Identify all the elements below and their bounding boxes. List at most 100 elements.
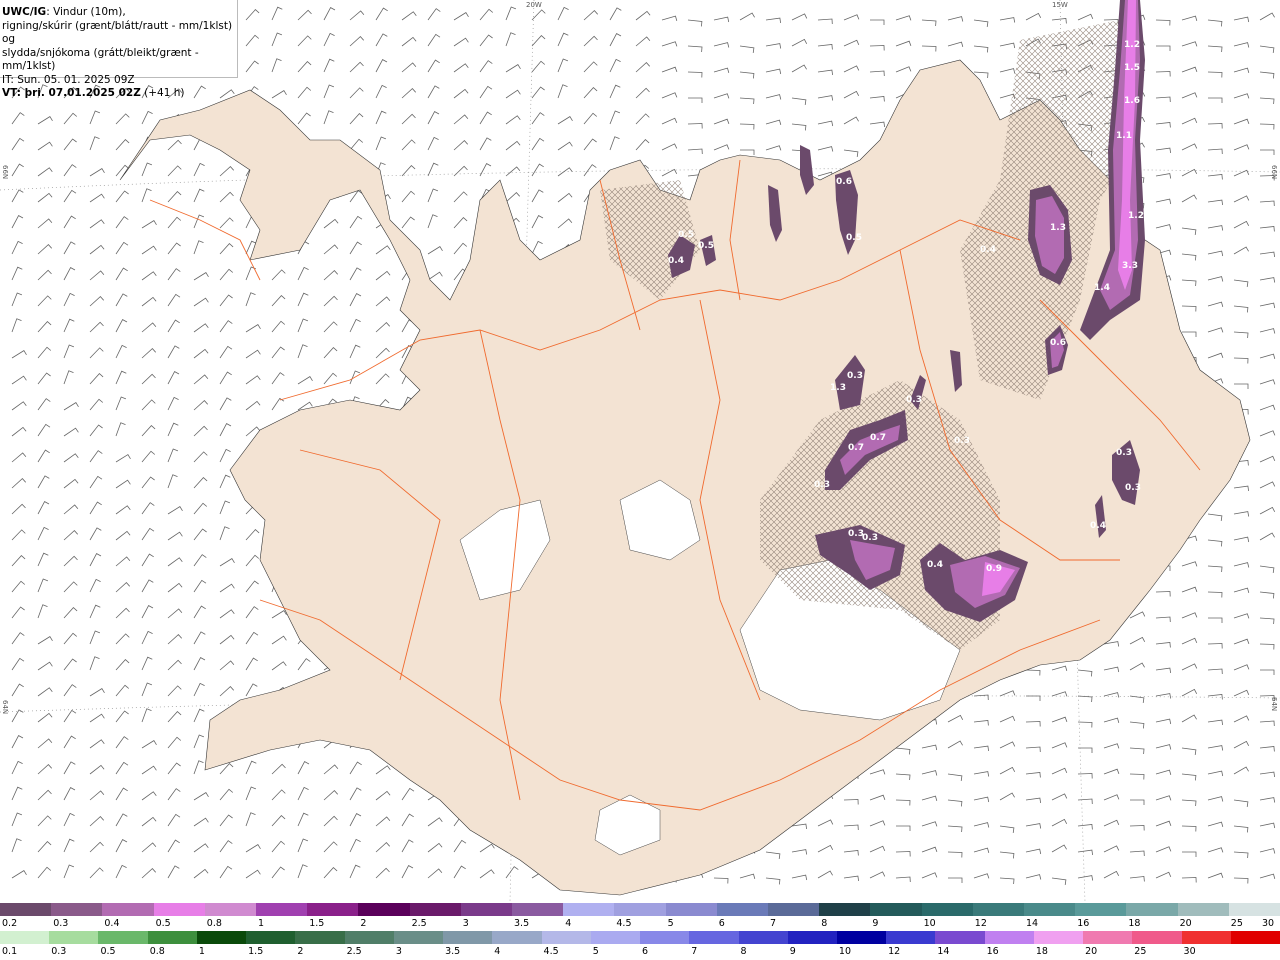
wind-barb-icon	[141, 399, 156, 411]
wind-barb-icon	[401, 839, 414, 853]
wind-barb-icon	[37, 449, 50, 463]
wind-barb-icon	[531, 86, 545, 99]
legend-swatch	[1033, 931, 1084, 944]
wind-barb-icon	[921, 795, 938, 802]
wind-barb-icon	[557, 58, 569, 73]
precip-value-label: 1.1	[1116, 131, 1132, 141]
legend-swatch	[972, 903, 1025, 916]
wind-barb-icon	[1260, 149, 1275, 155]
wind-barb-icon	[11, 606, 25, 619]
wind-barb-icon	[1129, 850, 1145, 857]
wind-barb-icon	[973, 745, 989, 752]
wind-barb-icon	[1025, 797, 1041, 804]
wind-barb-icon	[37, 501, 50, 515]
wind-barb-icon	[453, 165, 468, 177]
wind-barb-icon	[219, 609, 235, 619]
legend-swatch	[1181, 931, 1231, 944]
wind-barb-icon	[297, 864, 308, 879]
legend-label: 16	[1077, 918, 1090, 929]
wind-barb-icon	[1234, 383, 1249, 389]
wind-barb-icon	[63, 812, 75, 827]
wind-barb-icon	[1181, 773, 1197, 781]
wind-barb-icon	[1155, 744, 1172, 750]
precip-value-label: 0.3	[862, 533, 878, 543]
wind-barb-icon	[531, 9, 546, 21]
legend-swatch	[819, 903, 871, 916]
wind-barb-icon	[167, 557, 183, 567]
wind-barb-icon	[167, 165, 182, 177]
wind-barb-icon	[349, 838, 361, 853]
wind-barb-icon	[141, 708, 152, 723]
wind-barb-icon	[973, 822, 990, 828]
wind-barb-icon	[1155, 19, 1171, 26]
wind-barb-icon	[63, 164, 77, 177]
wind-barb-icon	[115, 241, 129, 255]
wind-barb-icon	[1051, 793, 1068, 801]
wind-barb-icon	[63, 684, 77, 697]
wind-barb-icon	[1103, 717, 1120, 724]
legend-swatch	[716, 903, 769, 916]
legend-swatch	[935, 931, 985, 944]
wind-barb-icon	[89, 270, 105, 281]
legend-swatch	[0, 903, 52, 916]
wind-barb-icon	[1129, 611, 1146, 619]
wind-barb-icon	[11, 786, 23, 801]
wind-barb-icon	[89, 764, 105, 775]
wind-barb-icon	[11, 735, 24, 749]
wind-barb-icon	[635, 10, 651, 21]
wind-barb-icon	[349, 138, 364, 151]
wind-barb-icon	[297, 318, 309, 333]
precip-value-label: 0.9	[986, 564, 1002, 574]
wind-barb-icon	[1207, 745, 1224, 751]
wind-barb-icon	[141, 348, 156, 359]
precip-value-label: 0.4	[980, 245, 996, 255]
wind-barb-icon	[1207, 352, 1224, 359]
wind-barb-icon	[427, 214, 438, 229]
wind-barb-icon	[1025, 823, 1042, 829]
wind-barb-icon	[479, 60, 493, 73]
legend-label: 0.2	[2, 918, 18, 929]
legend-swatch	[738, 931, 788, 944]
wind-barb-icon	[843, 90, 860, 99]
wind-barb-icon	[505, 89, 521, 99]
precip-value-label: 0.5	[698, 241, 714, 251]
wind-barb-icon	[427, 8, 441, 21]
precip-value-label: 0.4	[927, 560, 943, 570]
wind-barb-icon	[765, 877, 781, 885]
wind-barb-icon	[219, 865, 233, 879]
wind-barb-icon	[843, 39, 860, 47]
wind-barb-icon	[193, 502, 208, 515]
wind-barb-icon	[63, 344, 75, 359]
wind-barb-icon	[999, 741, 1016, 749]
wind-barb-icon	[453, 63, 469, 73]
wind-barb-icon	[193, 272, 209, 281]
wind-barb-icon	[63, 581, 78, 593]
wind-barb-icon	[271, 635, 287, 645]
wind-barb-icon	[219, 474, 231, 489]
wind-barb-icon	[1077, 849, 1093, 856]
wind-barb-icon	[63, 189, 77, 203]
wind-barb-icon	[63, 112, 78, 125]
wind-barb-icon	[11, 657, 25, 671]
wind-barb-icon	[11, 709, 24, 723]
wind-barb-icon	[115, 530, 131, 541]
legend-swatch	[147, 931, 197, 944]
precip-value-label: 0.7	[848, 443, 864, 453]
wind-barb-icon	[765, 851, 781, 859]
wind-barb-icon	[89, 816, 104, 827]
wind-barb-icon	[349, 36, 364, 47]
wind-barb-icon	[635, 139, 650, 151]
wind-barb-icon	[89, 553, 102, 567]
wind-barb-icon	[323, 372, 338, 385]
wind-barb-icon	[115, 454, 131, 463]
wind-barb-icon	[739, 12, 755, 21]
wind-barb-icon	[1233, 220, 1250, 229]
wind-barb-icon	[1207, 719, 1223, 726]
wind-barb-icon	[89, 739, 105, 749]
wind-barb-icon	[609, 84, 621, 99]
wind-barb-icon	[869, 845, 886, 853]
wind-barb-icon	[323, 867, 338, 879]
wind-barb-icon	[895, 747, 911, 755]
legend-swatch	[787, 931, 837, 944]
wind-barb-icon	[740, 149, 755, 155]
